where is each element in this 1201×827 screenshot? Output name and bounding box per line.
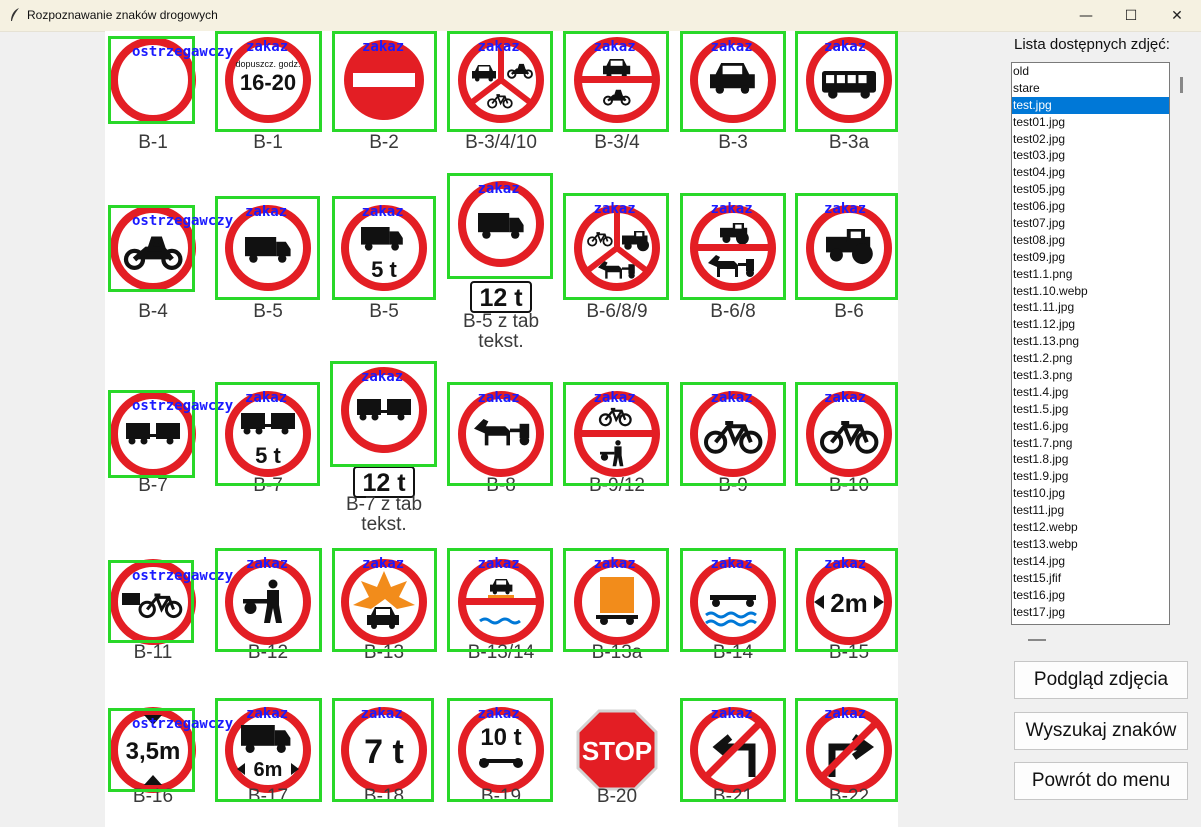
file-list-item[interactable]: test1.4.jpg xyxy=(1012,384,1169,401)
detection-label: zakaz xyxy=(710,201,753,217)
sign-code-label: B-3a xyxy=(828,132,870,153)
file-list-item[interactable]: test05.jpg xyxy=(1012,181,1169,198)
file-list-item[interactable]: test06.jpg xyxy=(1012,198,1169,215)
detection-label: zakaz xyxy=(824,201,867,217)
sign-code-label: B-5 xyxy=(253,301,283,322)
detection-label: zakaz xyxy=(824,706,867,722)
file-list-item[interactable]: test08.jpg xyxy=(1012,232,1169,249)
detection-label: zakaz xyxy=(593,556,636,572)
detection-label: zakaz xyxy=(362,39,405,55)
close-button[interactable]: ✕ xyxy=(1154,0,1200,31)
sign-code-label: B-4 xyxy=(138,301,168,322)
file-list-item[interactable]: test03.jpg xyxy=(1012,147,1169,164)
file-list-item[interactable]: test04.jpg xyxy=(1012,164,1169,181)
detection-label: zakaz xyxy=(824,390,867,406)
file-list-item[interactable]: test1.1.png xyxy=(1012,266,1169,283)
minimize-button[interactable]: — xyxy=(1063,0,1109,31)
sign-code-label: B-3/4 xyxy=(594,132,640,153)
file-list-item[interactable]: test10.jpg xyxy=(1012,485,1169,502)
file-list-item[interactable]: test07.jpg xyxy=(1012,215,1169,232)
file-listbox[interactable]: old stare test.jpg test01.jpg test02.jpg test… xyxy=(1011,62,1170,625)
file-list-item[interactable]: old xyxy=(1012,63,1169,80)
file-list-item[interactable]: test1.12.jpg xyxy=(1012,316,1169,333)
sign-code-label: B-2 xyxy=(369,132,399,153)
supplementary-plate: 12 t xyxy=(470,281,532,313)
listbox-vertical-scrollbar[interactable] xyxy=(1180,77,1183,93)
window-titlebar: Rozpoznawanie znaków drogowych — ☐ ✕ xyxy=(0,0,1201,32)
svg-text:STOP: STOP xyxy=(582,736,652,766)
image-preview: dopuszcz. godz. 16-20 5 t5 t 2m 3,5m 6m 7 t 10 … xyxy=(105,31,898,827)
file-list-item[interactable]: test.jpg xyxy=(1012,96,1169,114)
sign-code-label: B-5 xyxy=(369,301,399,322)
sign-code-label: B-6/8 xyxy=(710,301,756,322)
file-list-item[interactable]: test14.jpg xyxy=(1012,553,1169,570)
detection-label: zakaz xyxy=(710,390,753,406)
file-list-item[interactable]: test1.10.webp xyxy=(1012,283,1169,300)
back-to-menu-button[interactable]: Powrót do menu xyxy=(1014,762,1188,800)
file-list-item[interactable]: test1.2.png xyxy=(1012,350,1169,367)
detection-label: zakaz xyxy=(246,39,289,55)
detection-label: zakaz xyxy=(593,390,636,406)
window-title: Rozpoznawanie znaków drogowych xyxy=(27,8,218,22)
file-list-item[interactable]: test1.7.png xyxy=(1012,435,1169,452)
file-list-item[interactable]: test16.jpg xyxy=(1012,587,1169,604)
sign-code-label: B-3/4/10 xyxy=(465,132,537,153)
file-list-item[interactable]: test1.13.png xyxy=(1012,333,1169,350)
detection-label: zakaz xyxy=(246,556,289,572)
file-list-item[interactable]: test11.jpg xyxy=(1012,502,1169,519)
file-list-item[interactable]: test12.webp xyxy=(1012,519,1169,536)
file-list-item[interactable]: test1.3.png xyxy=(1012,367,1169,384)
sign-code-label: B-1 xyxy=(253,132,283,153)
sign-code-label: B-7 xyxy=(138,475,168,496)
detection-label: zakaz xyxy=(477,39,520,55)
listbox-horizontal-scrollbar[interactable] xyxy=(1028,639,1046,641)
sign-code-label: B-20 xyxy=(596,786,638,807)
file-list-item[interactable]: test13.webp xyxy=(1012,536,1169,553)
file-list-title: Lista dostępnych zdjęć: xyxy=(1014,36,1170,53)
sign-code-label: B-1 xyxy=(138,132,168,153)
preview-image-button[interactable]: Podgląd zdjęcia xyxy=(1014,661,1188,699)
detection-label: zakaz xyxy=(477,706,520,722)
detection-label: zakaz xyxy=(477,181,520,197)
detection-label: zakaz xyxy=(593,201,636,217)
sign-code-label: B-6/8/9 xyxy=(586,301,648,322)
file-list-item[interactable]: test1.5.jpg xyxy=(1012,401,1169,418)
file-list-item[interactable]: test01.jpg xyxy=(1012,114,1169,131)
file-list-item[interactable]: stare xyxy=(1012,80,1169,97)
sign-code-label: B-6 xyxy=(834,301,864,322)
detection-label: zakaz xyxy=(710,706,753,722)
detection-label: zakaz xyxy=(361,204,404,220)
file-list-item[interactable]: test02.jpg xyxy=(1012,131,1169,148)
sign-code-label: B-3 xyxy=(718,132,748,153)
detection-label: zakaz xyxy=(710,556,753,572)
search-signs-button[interactable]: Wyszukaj znaków xyxy=(1014,712,1188,750)
detection-label: zakaz xyxy=(824,556,867,572)
sign-b20-stop: STOP xyxy=(574,707,660,793)
file-list-item[interactable]: test1.9.jpg xyxy=(1012,468,1169,485)
detection-label: zakaz xyxy=(362,556,405,572)
file-list-item[interactable]: test1.6.jpg xyxy=(1012,418,1169,435)
detection-label: zakaz xyxy=(710,39,753,55)
detection-label: zakaz xyxy=(477,390,520,406)
file-list-item[interactable]: test17.jpg xyxy=(1012,604,1169,621)
detection-label: zakaz xyxy=(246,706,289,722)
sign-code-label: B-7 z tab tekst. xyxy=(345,494,423,535)
file-list-item[interactable]: test15.jfif xyxy=(1012,570,1169,587)
detection-label: zakaz xyxy=(824,39,867,55)
detection-label: zakaz xyxy=(593,39,636,55)
detection-label: zakaz xyxy=(361,369,404,385)
detection-label: zakaz xyxy=(245,390,288,406)
detection-label: zakaz xyxy=(360,706,403,722)
feather-icon xyxy=(11,8,19,21)
detection-label: zakaz xyxy=(245,204,288,220)
file-list-item[interactable]: test09.jpg xyxy=(1012,249,1169,266)
file-list-item[interactable]: test1.11.jpg xyxy=(1012,299,1169,316)
sign-code-label: B-5 z tab tekst. xyxy=(462,311,540,352)
file-list-item[interactable]: test1.8.jpg xyxy=(1012,451,1169,468)
maximize-button[interactable]: ☐ xyxy=(1108,0,1154,31)
sign-code-label: B-11 xyxy=(133,642,173,663)
detection-label: zakaz xyxy=(477,556,520,572)
